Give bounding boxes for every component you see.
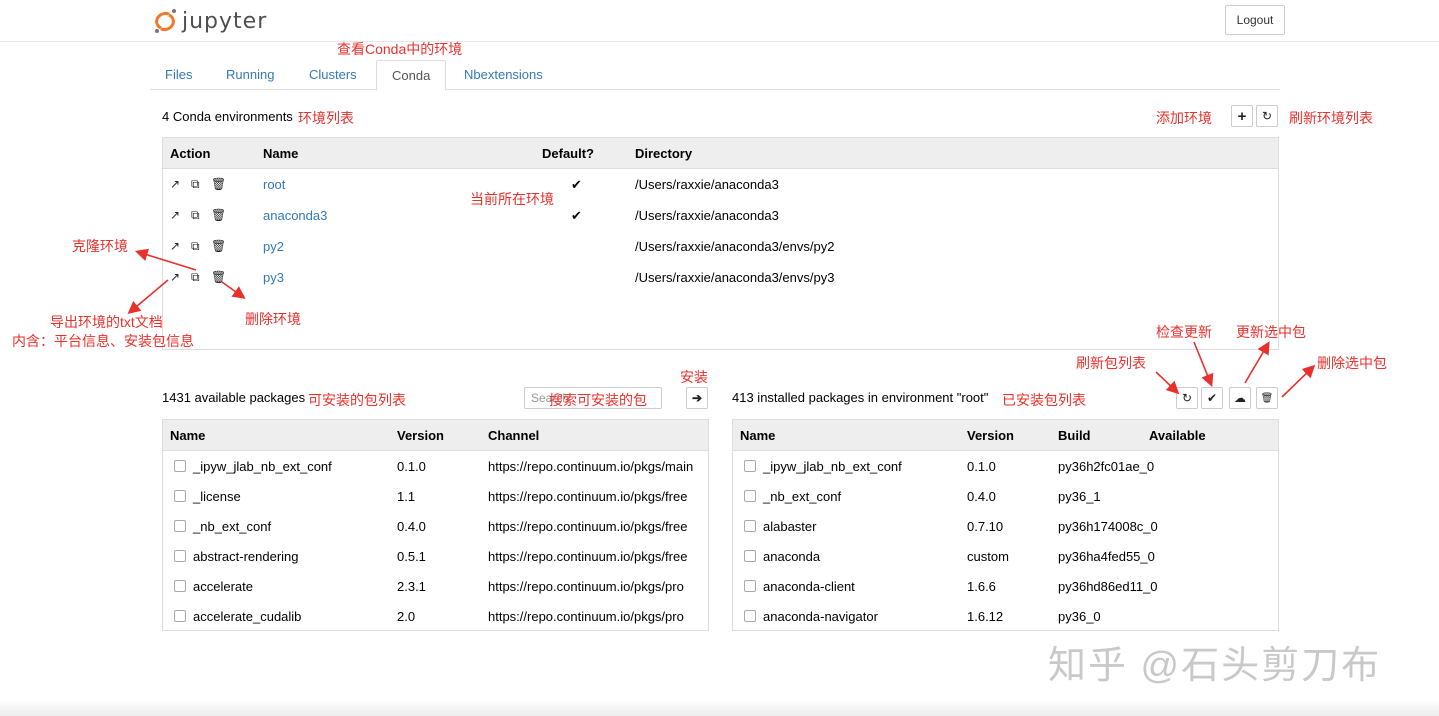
bottom-shadow (0, 700, 1439, 716)
arrow-refresh-pkgs (1155, 371, 1180, 395)
arrow-delete-env (221, 281, 246, 299)
watermark: 知乎 @石头剪刀布 (1048, 645, 1382, 687)
arrow-delete-selected (1281, 364, 1316, 398)
annotation-arrows (127, 248, 1316, 398)
arrow-clone (134, 248, 197, 271)
arrow-update-selected (1244, 341, 1270, 384)
arrow-export (127, 279, 169, 315)
arrow-check-update (1193, 341, 1214, 387)
